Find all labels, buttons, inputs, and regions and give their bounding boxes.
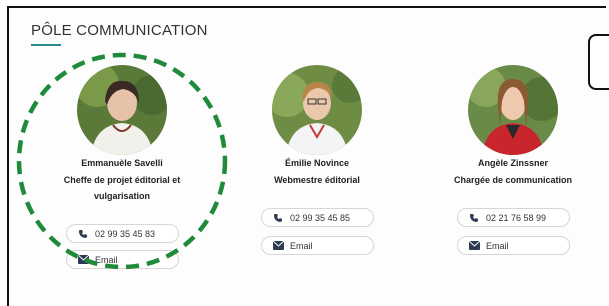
person-name: Émilie Novince bbox=[284, 158, 350, 168]
avatar bbox=[468, 65, 558, 155]
title-underline bbox=[31, 44, 61, 46]
phone-number: 02 21 76 58 99 bbox=[486, 212, 547, 223]
person-role: Cheffe de projet éditorial et bbox=[63, 175, 181, 185]
envelope-icon bbox=[77, 254, 89, 266]
phone-icon bbox=[77, 228, 89, 240]
phone-button[interactable]: 02 99 35 45 83 bbox=[66, 224, 179, 243]
phone-number: 02 99 35 45 83 bbox=[95, 228, 156, 239]
person-role-line2: vulgarisation bbox=[93, 191, 150, 201]
person-name: Emmanuèle Savelli bbox=[81, 158, 163, 168]
email-label: Email bbox=[290, 240, 313, 251]
phone-number: 02 99 35 45 85 bbox=[290, 212, 351, 223]
section-title: PÔLE COMMUNICATION bbox=[31, 22, 208, 39]
email-label: Email bbox=[486, 240, 509, 251]
person-role: Webmestre éditorial bbox=[274, 175, 360, 185]
email-label: Email bbox=[95, 254, 118, 265]
envelope-icon bbox=[468, 240, 480, 252]
phone-button[interactable]: 02 99 35 45 85 bbox=[261, 208, 374, 227]
person-name: Angèle Zinssner bbox=[477, 158, 549, 168]
side-panel-edge bbox=[588, 34, 609, 90]
person-role: Chargée de communication bbox=[453, 175, 573, 185]
email-button[interactable]: Email bbox=[66, 250, 179, 269]
phone-icon bbox=[272, 212, 284, 224]
phone-icon bbox=[468, 212, 480, 224]
email-button[interactable]: Email bbox=[261, 236, 374, 255]
email-button[interactable]: Email bbox=[457, 236, 570, 255]
avatar bbox=[77, 65, 167, 155]
phone-button[interactable]: 02 21 76 58 99 bbox=[457, 208, 570, 227]
envelope-icon bbox=[272, 240, 284, 252]
avatar bbox=[272, 65, 362, 155]
